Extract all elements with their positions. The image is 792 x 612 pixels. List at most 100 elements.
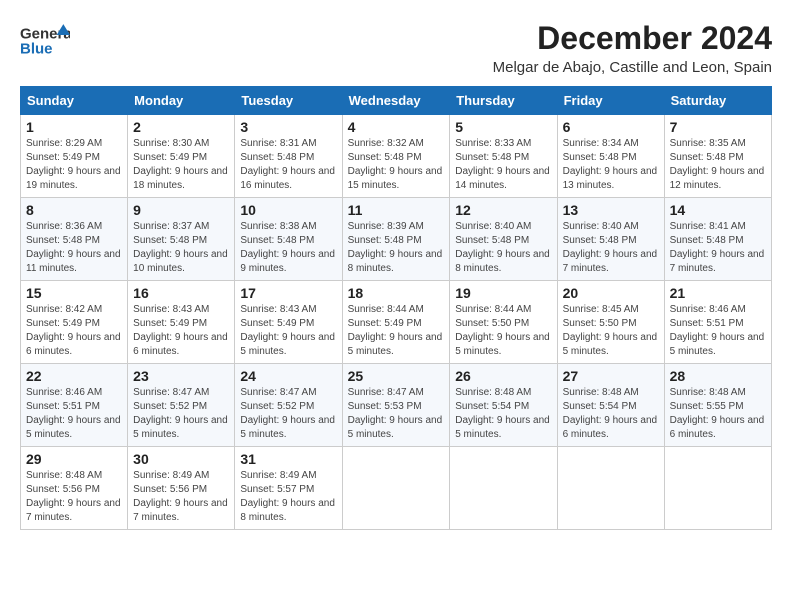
location-title: Melgar de Abajo, Castille and Leon, Spai… bbox=[493, 59, 772, 76]
table-row: 28 Sunrise: 8:48 AMSunset: 5:55 PMDayligh… bbox=[664, 364, 771, 447]
table-row: 17Sunrise: 8:43 AMSunset: 5:49 PMDayligh… bbox=[235, 281, 342, 364]
day-number: 16 bbox=[133, 285, 229, 301]
table-row bbox=[342, 447, 450, 530]
day-info: Sunrise: 8:46 AMSunset: 5:51 PMDaylight:… bbox=[670, 303, 766, 359]
svg-text:Blue: Blue bbox=[20, 40, 53, 57]
table-row: 26 Sunrise: 8:48 AMSunset: 5:54 PMDayligh… bbox=[450, 364, 557, 447]
day-number: 25 bbox=[348, 368, 445, 384]
day-info: Sunrise: 8:30 AMSunset: 5:49 PMDaylight:… bbox=[133, 137, 229, 193]
day-info: Sunrise: 8:45 AMSunset: 5:50 PMDaylight:… bbox=[563, 303, 659, 359]
day-info: Sunrise: 8:36 AMSunset: 5:48 PMDaylight:… bbox=[26, 220, 122, 276]
day-info: Sunrise: 8:44 AMSunset: 5:50 PMDaylight:… bbox=[455, 303, 551, 359]
table-row: 14 Sunrise: 8:41 AMSunset: 5:48 PMDayligh… bbox=[664, 198, 771, 281]
day-number: 31 bbox=[240, 451, 336, 467]
table-row: 13Sunrise: 8:40 AMSunset: 5:48 PMDayligh… bbox=[557, 198, 664, 281]
day-number: 19 bbox=[455, 285, 551, 301]
table-row bbox=[557, 447, 664, 530]
day-info: Sunrise: 8:48 AMSunset: 5:54 PMDaylight:… bbox=[563, 386, 659, 442]
day-info: Sunrise: 8:49 AMSunset: 5:56 PMDaylight:… bbox=[133, 469, 229, 525]
day-info: Sunrise: 8:46 AMSunset: 5:51 PMDaylight:… bbox=[26, 386, 122, 442]
day-number: 20 bbox=[563, 285, 659, 301]
day-info: Sunrise: 8:42 AMSunset: 5:49 PMDaylight:… bbox=[26, 303, 122, 359]
calendar-week-row: 22 Sunrise: 8:46 AMSunset: 5:51 PMDayligh… bbox=[21, 364, 772, 447]
day-number: 7 bbox=[670, 119, 766, 135]
weekday-header-row: Sunday Monday Tuesday Wednesday Thursday… bbox=[21, 87, 772, 115]
day-info: Sunrise: 8:48 AMSunset: 5:55 PMDaylight:… bbox=[670, 386, 766, 442]
table-row: 24 Sunrise: 8:47 AMSunset: 5:52 PMDayligh… bbox=[235, 364, 342, 447]
header-saturday: Saturday bbox=[664, 87, 771, 115]
day-number: 13 bbox=[563, 202, 659, 218]
day-info: Sunrise: 8:44 AMSunset: 5:49 PMDaylight:… bbox=[348, 303, 445, 359]
day-info: Sunrise: 8:29 AMSunset: 5:49 PMDaylight:… bbox=[26, 137, 122, 193]
header-monday: Monday bbox=[128, 87, 235, 115]
header-wednesday: Wednesday bbox=[342, 87, 450, 115]
table-row: 25Sunrise: 8:47 AMSunset: 5:53 PMDayligh… bbox=[342, 364, 450, 447]
day-info: Sunrise: 8:48 AMSunset: 5:54 PMDaylight:… bbox=[455, 386, 551, 442]
day-number: 14 bbox=[670, 202, 766, 218]
day-info: Sunrise: 8:37 AMSunset: 5:48 PMDaylight:… bbox=[133, 220, 229, 276]
day-info: Sunrise: 8:32 AMSunset: 5:48 PMDaylight:… bbox=[348, 137, 445, 193]
table-row: 12 Sunrise: 8:40 AMSunset: 5:48 PMDayligh… bbox=[450, 198, 557, 281]
day-number: 29 bbox=[26, 451, 122, 467]
table-row: 10Sunrise: 8:38 AMSunset: 5:48 PMDayligh… bbox=[235, 198, 342, 281]
day-number: 9 bbox=[133, 202, 229, 218]
table-row bbox=[664, 447, 771, 530]
page-header: General Blue December 2024 Melgar de Aba… bbox=[20, 20, 772, 76]
table-row: 22 Sunrise: 8:46 AMSunset: 5:51 PMDayligh… bbox=[21, 364, 128, 447]
table-row: 19 Sunrise: 8:44 AMSunset: 5:50 PMDayligh… bbox=[450, 281, 557, 364]
table-row: 18 Sunrise: 8:44 AMSunset: 5:49 PMDayligh… bbox=[342, 281, 450, 364]
day-info: Sunrise: 8:49 AMSunset: 5:57 PMDaylight:… bbox=[240, 469, 336, 525]
day-number: 12 bbox=[455, 202, 551, 218]
calendar-table: Sunday Monday Tuesday Wednesday Thursday… bbox=[20, 86, 772, 530]
day-number: 2 bbox=[133, 119, 229, 135]
day-number: 22 bbox=[26, 368, 122, 384]
title-block: December 2024 Melgar de Abajo, Castille … bbox=[493, 20, 772, 76]
table-row: 21 Sunrise: 8:46 AMSunset: 5:51 PMDayligh… bbox=[664, 281, 771, 364]
day-number: 27 bbox=[563, 368, 659, 384]
day-number: 26 bbox=[455, 368, 551, 384]
header-friday: Friday bbox=[557, 87, 664, 115]
table-row: 3 Sunrise: 8:31 AMSunset: 5:48 PMDaylight… bbox=[235, 115, 342, 198]
table-row: 29 Sunrise: 8:48 AMSunset: 5:56 PMDayligh… bbox=[21, 447, 128, 530]
day-info: Sunrise: 8:47 AMSunset: 5:52 PMDaylight:… bbox=[133, 386, 229, 442]
calendar-week-row: 1 Sunrise: 8:29 AMSunset: 5:49 PMDaylight… bbox=[21, 115, 772, 198]
table-row: 30 Sunrise: 8:49 AMSunset: 5:56 PMDayligh… bbox=[128, 447, 235, 530]
day-info: Sunrise: 8:47 AMSunset: 5:52 PMDaylight:… bbox=[240, 386, 336, 442]
header-sunday: Sunday bbox=[21, 87, 128, 115]
day-info: Sunrise: 8:34 AMSunset: 5:48 PMDaylight:… bbox=[563, 137, 659, 193]
table-row: 1 Sunrise: 8:29 AMSunset: 5:49 PMDaylight… bbox=[21, 115, 128, 198]
day-info: Sunrise: 8:41 AMSunset: 5:48 PMDaylight:… bbox=[670, 220, 766, 276]
table-row: 5Sunrise: 8:33 AMSunset: 5:48 PMDaylight… bbox=[450, 115, 557, 198]
day-number: 18 bbox=[348, 285, 445, 301]
day-number: 1 bbox=[26, 119, 122, 135]
day-info: Sunrise: 8:40 AMSunset: 5:48 PMDaylight:… bbox=[455, 220, 551, 276]
day-number: 30 bbox=[133, 451, 229, 467]
day-number: 5 bbox=[455, 119, 551, 135]
day-number: 6 bbox=[563, 119, 659, 135]
day-number: 21 bbox=[670, 285, 766, 301]
table-row: 20 Sunrise: 8:45 AMSunset: 5:50 PMDayligh… bbox=[557, 281, 664, 364]
day-number: 3 bbox=[240, 119, 336, 135]
table-row: 8 Sunrise: 8:36 AMSunset: 5:48 PMDaylight… bbox=[21, 198, 128, 281]
table-row: 23Sunrise: 8:47 AMSunset: 5:52 PMDayligh… bbox=[128, 364, 235, 447]
table-row: 27 Sunrise: 8:48 AMSunset: 5:54 PMDayligh… bbox=[557, 364, 664, 447]
day-number: 4 bbox=[348, 119, 445, 135]
day-number: 17 bbox=[240, 285, 336, 301]
calendar-week-row: 8 Sunrise: 8:36 AMSunset: 5:48 PMDaylight… bbox=[21, 198, 772, 281]
table-row: 7Sunrise: 8:35 AMSunset: 5:48 PMDaylight… bbox=[664, 115, 771, 198]
day-number: 28 bbox=[670, 368, 766, 384]
day-number: 10 bbox=[240, 202, 336, 218]
day-number: 24 bbox=[240, 368, 336, 384]
day-number: 8 bbox=[26, 202, 122, 218]
logo: General Blue bbox=[20, 20, 74, 60]
day-info: Sunrise: 8:31 AMSunset: 5:48 PMDaylight:… bbox=[240, 137, 336, 193]
table-row: 16 Sunrise: 8:43 AMSunset: 5:49 PMDayligh… bbox=[128, 281, 235, 364]
day-info: Sunrise: 8:43 AMSunset: 5:49 PMDaylight:… bbox=[133, 303, 229, 359]
calendar-week-row: 29 Sunrise: 8:48 AMSunset: 5:56 PMDayligh… bbox=[21, 447, 772, 530]
table-row: 2 Sunrise: 8:30 AMSunset: 5:49 PMDaylight… bbox=[128, 115, 235, 198]
day-info: Sunrise: 8:39 AMSunset: 5:48 PMDaylight:… bbox=[348, 220, 445, 276]
day-info: Sunrise: 8:48 AMSunset: 5:56 PMDaylight:… bbox=[26, 469, 122, 525]
month-title: December 2024 bbox=[493, 20, 772, 57]
header-thursday: Thursday bbox=[450, 87, 557, 115]
table-row bbox=[450, 447, 557, 530]
